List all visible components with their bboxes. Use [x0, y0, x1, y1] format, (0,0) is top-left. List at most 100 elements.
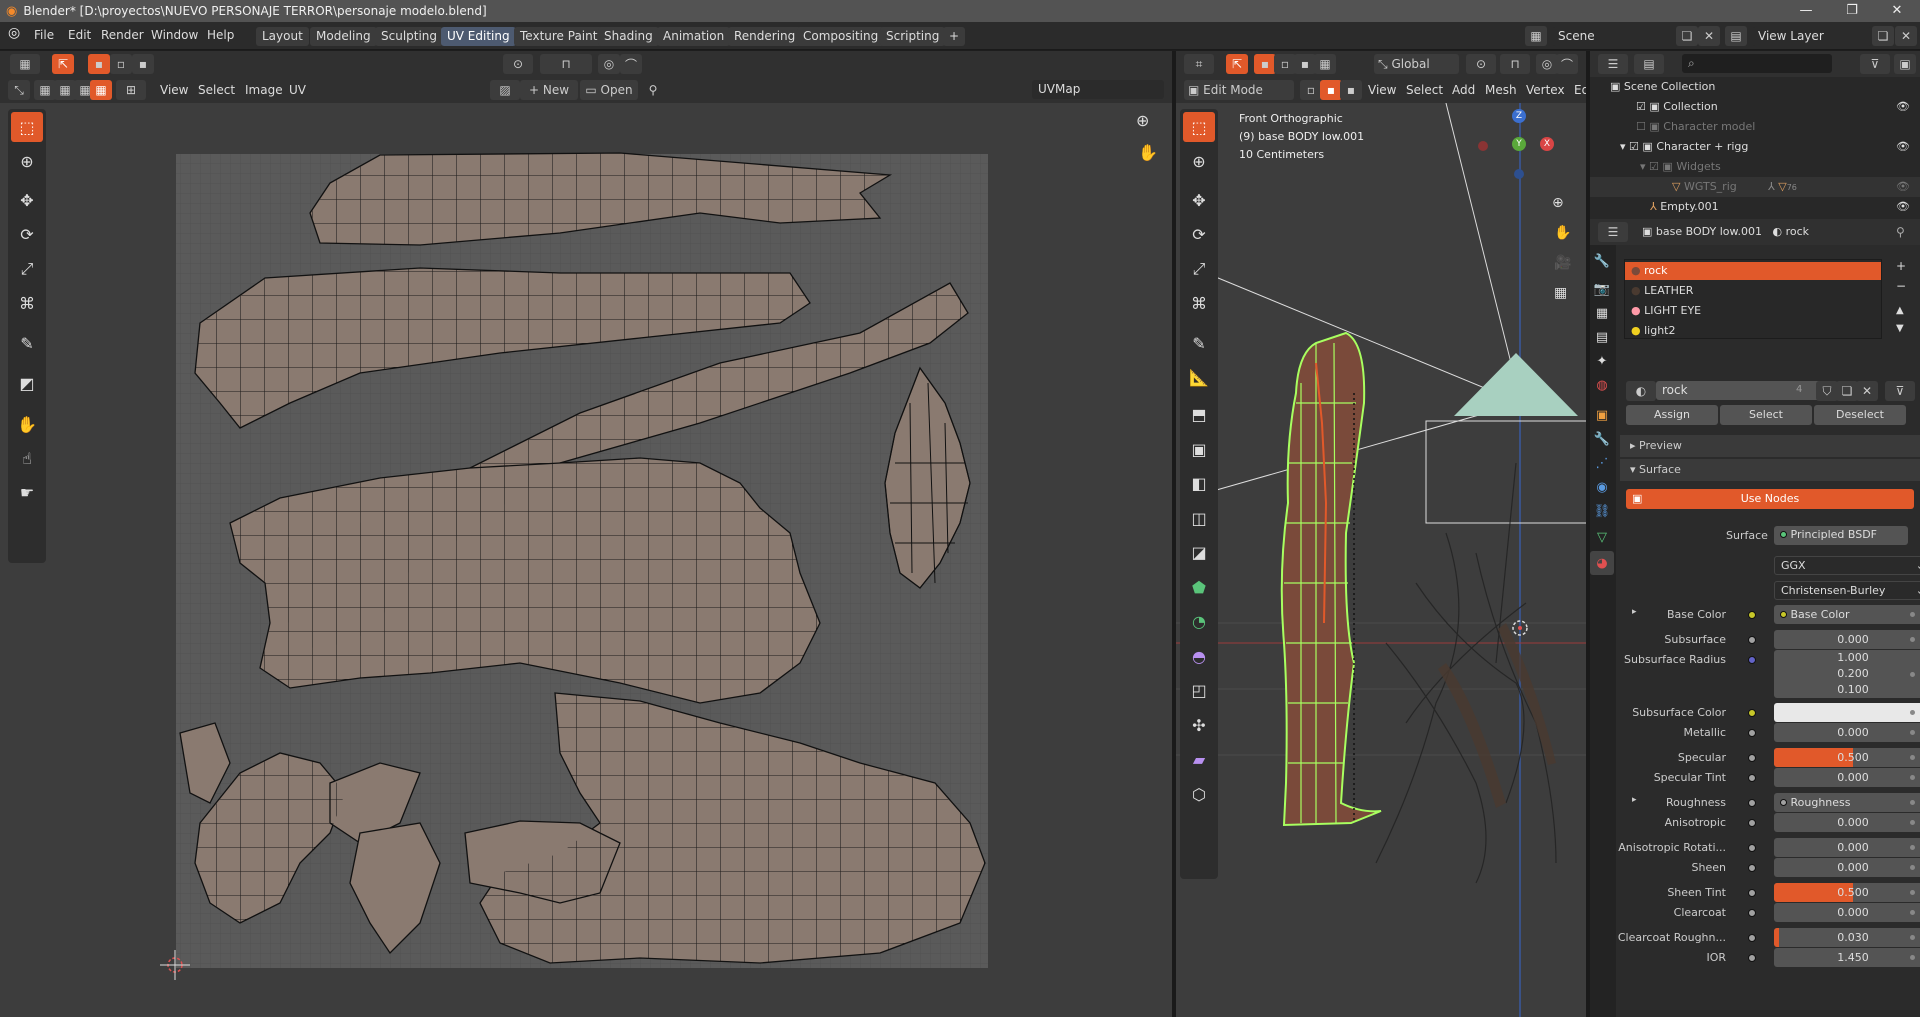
modifiers-tab-icon[interactable]: 🔧: [1590, 427, 1614, 451]
browse-material-icon[interactable]: ◐: [1626, 381, 1656, 401]
uvmap-field[interactable]: UVMap: [1032, 80, 1164, 99]
remove-slot-icon[interactable]: −: [1896, 279, 1906, 293]
box-select-icon[interactable]: ▦: [34, 80, 56, 100]
vp-edge-slide-tool[interactable]: ◰: [1183, 675, 1215, 705]
falloff-icon[interactable]: ⌒: [620, 54, 642, 74]
menu-render[interactable]: Render: [101, 28, 144, 42]
outliner-row-empty[interactable]: ⅄ Empty.001 👁: [1590, 197, 1920, 217]
vp-loopcut-tool[interactable]: ◫: [1183, 503, 1215, 533]
tab-rendering[interactable]: Rendering: [728, 27, 802, 46]
outliner-row-scene-collection[interactable]: ▣ Scene Collection: [1590, 77, 1920, 97]
select-vertex-icon[interactable]: ▫: [1300, 80, 1322, 100]
scene-icon[interactable]: ▦: [1525, 26, 1547, 46]
data-tab-icon[interactable]: ▽: [1590, 525, 1614, 549]
vp-shear-tool[interactable]: ▰: [1183, 744, 1215, 774]
tab-modeling[interactable]: Modeling: [310, 27, 377, 46]
uv-menu-select[interactable]: Select: [198, 83, 235, 97]
proportional-icon[interactable]: ◎: [598, 54, 620, 74]
face-select-icon[interactable]: ▪: [132, 54, 154, 74]
view-layer-icon[interactable]: ▤: [1725, 26, 1747, 46]
viewport-editor-type-icon[interactable]: ⌗: [1184, 54, 1214, 74]
eye-icon[interactable]: 👁: [1896, 97, 1910, 117]
constraints-tab-icon[interactable]: ⛓: [1590, 499, 1614, 523]
subsurface-color-swatch[interactable]: [1774, 703, 1920, 722]
vp-shrink-tool[interactable]: ✣: [1183, 710, 1215, 740]
move-slot-up-icon[interactable]: ▲: [1896, 305, 1904, 316]
pin-properties-icon[interactable]: ⚲: [1896, 225, 1905, 239]
expand-arrow-icon[interactable]: ▾: [1640, 160, 1646, 173]
keyframe-dot-icon[interactable]: [1910, 845, 1915, 850]
anisotropic-field[interactable]: 0.000: [1774, 813, 1920, 832]
vp-rip-tool[interactable]: ⬡: [1183, 779, 1215, 809]
outliner-search-input[interactable]: ⌕: [1682, 54, 1832, 73]
tab-uv-editing[interactable]: UV Editing: [441, 27, 516, 46]
eye-icon[interactable]: 👁: [1896, 137, 1910, 157]
view-layer-selector[interactable]: View Layer: [1752, 27, 1872, 46]
viewport-menu-mesh[interactable]: Mesh: [1485, 83, 1517, 97]
menu-file[interactable]: File: [34, 28, 54, 42]
checkbox-icon[interactable]: ☐: [1636, 120, 1646, 133]
viewport-edge-mode-icon[interactable]: ▫: [1274, 54, 1296, 74]
base-color-socket-icon[interactable]: [1748, 611, 1756, 619]
material-slot-light2[interactable]: ● light2: [1625, 322, 1881, 340]
filter-icon[interactable]: ⊽: [1860, 54, 1890, 74]
select-mode-icon[interactable]: ⤡: [8, 80, 30, 100]
clearcoat-socket-icon[interactable]: [1748, 909, 1756, 917]
preview-panel-header[interactable]: ▸ Preview: [1620, 435, 1920, 457]
base-color-field[interactable]: Base Color: [1774, 605, 1920, 624]
uv-sticky-mode-icon[interactable]: ⊞: [116, 80, 146, 100]
expand-arrow-icon[interactable]: ▸: [1632, 607, 1637, 617]
tab-sculpting[interactable]: Sculpting: [375, 27, 444, 46]
outliner[interactable]: ☰ ▤ ⌕ ⊽ ▣ ▣ Scene Collection ☑ ▣ Collect…: [1590, 51, 1920, 219]
keyframe-dot-icon[interactable]: [1910, 890, 1915, 895]
unlink-material-icon[interactable]: ✕: [1856, 381, 1878, 401]
blender-menu-icon[interactable]: ◎: [8, 25, 20, 41]
proportional-editing-icon[interactable]: ◎: [1536, 54, 1558, 74]
tab-animation[interactable]: Animation: [657, 27, 731, 46]
distribution-dropdown[interactable]: GGX ⌄: [1774, 556, 1920, 575]
output-tab-icon[interactable]: ▦: [1590, 301, 1614, 325]
sheen-field[interactable]: 0.000: [1774, 858, 1920, 877]
particles-tab-icon[interactable]: ⋰: [1590, 451, 1614, 475]
subsurface-radius-field-1[interactable]: 0.200: [1774, 666, 1920, 682]
keyframe-dot-icon[interactable]: [1910, 800, 1915, 805]
keyframe-dot-icon[interactable]: [1910, 935, 1915, 940]
vp-cursor-tool[interactable]: ⊕: [1183, 146, 1215, 176]
material-slot-leather[interactable]: ● LEATHER: [1625, 282, 1881, 300]
uv-menu-view[interactable]: View: [160, 83, 188, 97]
camera-view-icon[interactable]: 🎥: [1554, 255, 1571, 271]
metallic-field[interactable]: 0.000: [1774, 723, 1920, 742]
gizmo-neg-z[interactable]: [1514, 169, 1524, 179]
tab-scripting[interactable]: Scripting: [880, 27, 946, 46]
surface-panel-header[interactable]: ▾ Surface: [1620, 459, 1920, 481]
display-mode-icon[interactable]: ▤: [1634, 54, 1664, 74]
vertex-select-icon[interactable]: ▪: [88, 54, 110, 74]
metallic-socket-icon[interactable]: [1748, 729, 1756, 737]
world-tab-icon[interactable]: ◍: [1590, 373, 1614, 397]
vp-knife-tool[interactable]: ◪: [1183, 537, 1215, 567]
select-edge-icon[interactable]: ▪: [1320, 80, 1342, 100]
view-layer-tab-icon[interactable]: ▤: [1590, 325, 1614, 349]
vp-scale-tool[interactable]: ⤢: [1183, 254, 1215, 284]
vp-inset-tool[interactable]: ▣: [1183, 434, 1215, 464]
subsurface-radius-field-0[interactable]: 1.000: [1774, 650, 1920, 666]
vp-bevel-tool[interactable]: ◧: [1183, 468, 1215, 498]
subsurface-method-dropdown[interactable]: Christensen-Burley ⌄: [1774, 581, 1920, 600]
gizmo-z-axis[interactable]: Z: [1512, 109, 1526, 123]
keyframe-dot-icon[interactable]: [1910, 820, 1915, 825]
box-select-invert-icon[interactable]: ▦: [90, 80, 112, 100]
link-material-icon[interactable]: ⊽: [1885, 381, 1915, 401]
delete-view-layer-icon[interactable]: ✕: [1895, 26, 1917, 46]
ior-socket-icon[interactable]: [1748, 954, 1756, 962]
keyframe-dot-icon[interactable]: [1910, 672, 1915, 677]
roughness-socket-icon[interactable]: [1748, 799, 1756, 807]
vp-rotate-tool[interactable]: ⟳: [1183, 219, 1215, 249]
keyframe-dot-icon[interactable]: [1910, 755, 1915, 760]
specular-tint-field[interactable]: 0.000: [1774, 768, 1920, 787]
material-tab-icon[interactable]: ◕: [1590, 551, 1614, 575]
vp-select-tool[interactable]: ⬚: [1183, 112, 1215, 142]
eye-icon[interactable]: 👁: [1896, 177, 1910, 197]
subsurface-socket-icon[interactable]: [1748, 636, 1756, 644]
pivot-point-icon[interactable]: ⊙: [1466, 54, 1496, 74]
new-view-layer-icon[interactable]: ❏: [1872, 26, 1894, 46]
